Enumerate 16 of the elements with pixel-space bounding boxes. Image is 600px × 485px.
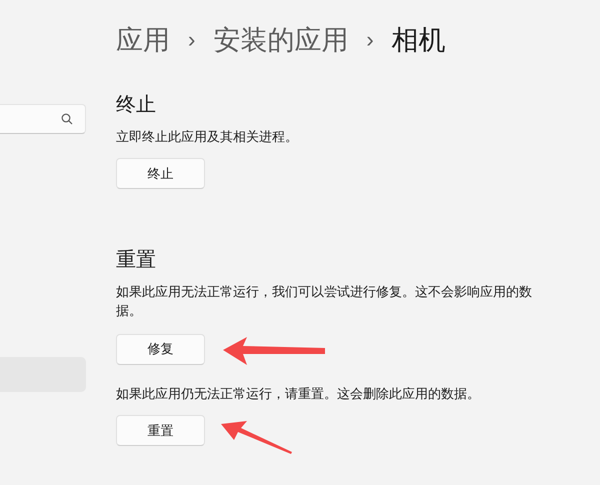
- breadcrumb-item[interactable]: 应用: [116, 22, 170, 58]
- action-button[interactable]: 终止: [116, 158, 205, 189]
- section-title: 终止: [116, 93, 157, 118]
- action-button[interactable]: 重置: [116, 415, 205, 446]
- search-field[interactable]: [0, 104, 86, 134]
- section-description: 立即终止此应用及其相关进程。: [116, 128, 299, 146]
- breadcrumb-separator: ›: [366, 27, 374, 53]
- search-icon: [61, 113, 73, 125]
- breadcrumb-item[interactable]: 安装的应用: [213, 22, 348, 58]
- action-button[interactable]: 修复: [116, 334, 205, 364]
- arrow-annotation: [221, 421, 293, 455]
- section-description: 如果此应用无法正常运行，我们可以尝试进行修复。这不会影响应用的数据。: [116, 283, 533, 320]
- section-title: 重置: [116, 248, 157, 273]
- breadcrumb-item: 相机: [392, 24, 446, 57]
- breadcrumb-separator: ›: [188, 27, 196, 53]
- section-description: 如果此应用仍无法正常运行，请重置。这会删除此应用的数据。: [116, 385, 481, 403]
